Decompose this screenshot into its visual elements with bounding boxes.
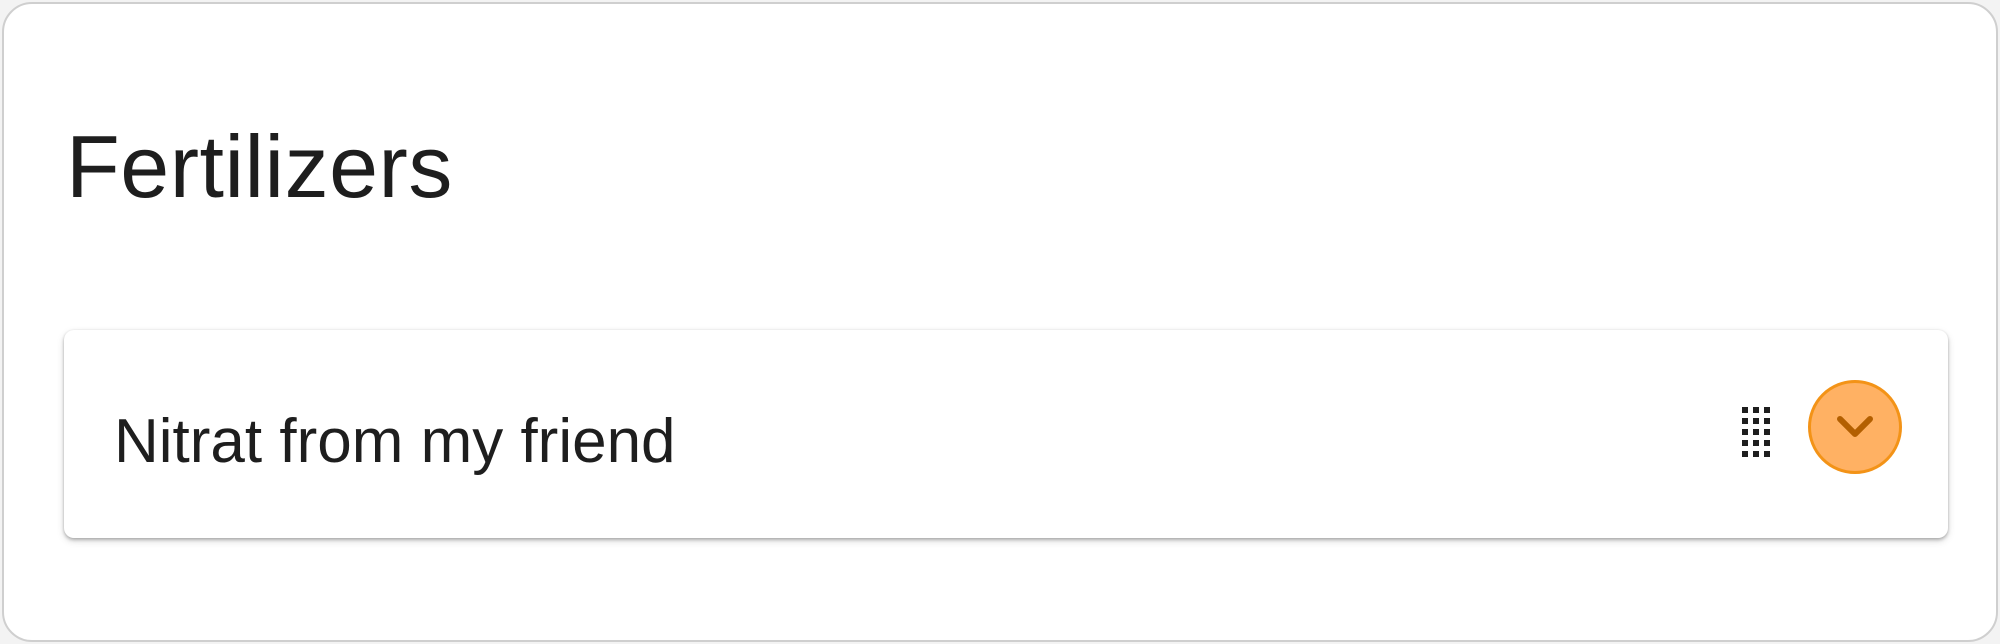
fertilizer-item[interactable]: Nitrat from my friend [64,330,1948,538]
fertilizer-item-label: Nitrat from my friend [114,407,676,476]
page-title: Fertilizers [66,117,453,216]
expand-button[interactable] [1808,380,1902,474]
drag-handle-icon[interactable] [1740,405,1780,461]
chevron-down-icon [1837,416,1873,437]
fertilizers-panel: Fertilizers Nitrat from my friend [2,2,1998,642]
